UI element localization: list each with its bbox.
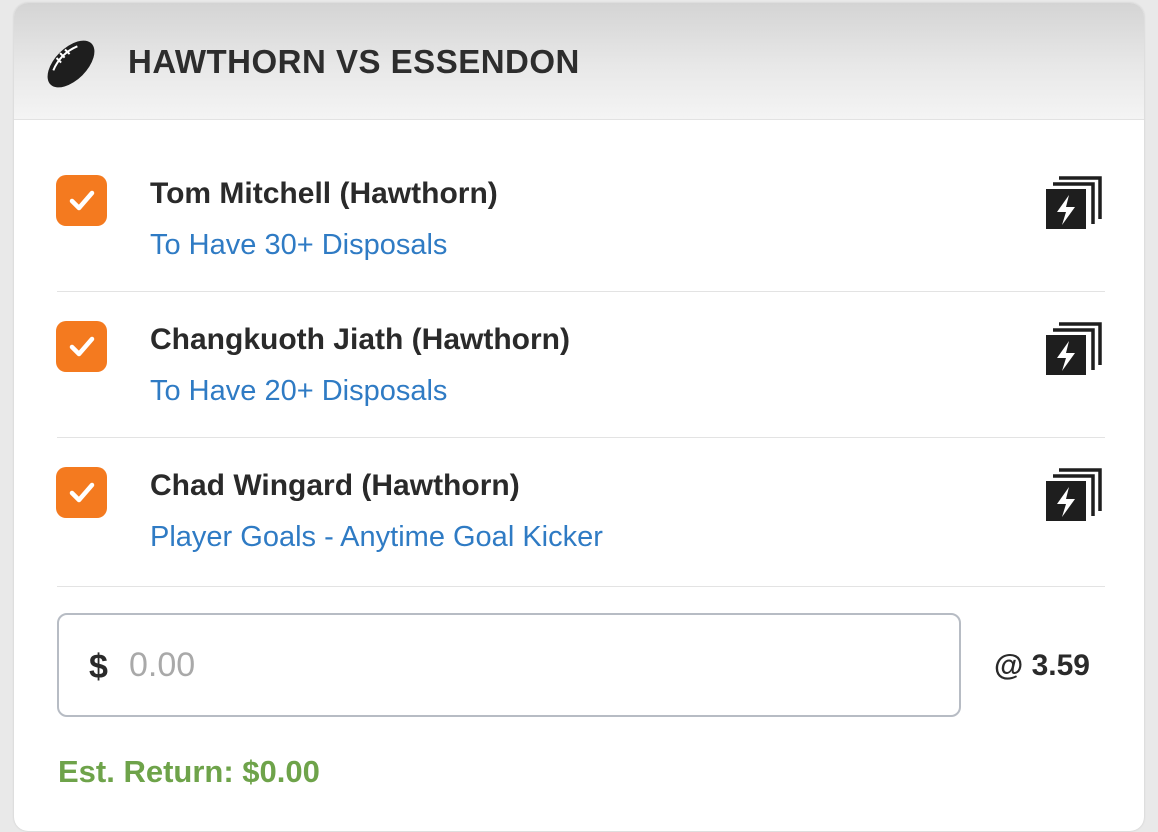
same-game-multi-icon[interactable] [1044,173,1104,233]
bet-slip-card: HAWTHORN VS ESSENDON Tom Mitchell (Hawth… [14,3,1144,831]
leg-player-name: Chad Wingard (Hawthorn) [150,469,520,502]
same-game-multi-icon[interactable] [1044,465,1104,525]
stake-input[interactable] [129,641,909,689]
football-icon [47,40,95,88]
estimated-return: Est. Return: $0.00 [58,754,320,789]
stake-field[interactable]: $ [57,613,961,717]
leg-checkbox[interactable] [56,175,107,226]
checkmark-icon [69,190,95,211]
same-game-multi-icon[interactable] [1044,319,1104,379]
event-header: HAWTHORN VS ESSENDON [14,3,1144,120]
leg-player-name: Tom Mitchell (Hawthorn) [150,177,498,210]
checkmark-icon [69,482,95,503]
leg-market-link[interactable]: Player Goals - Anytime Goal Kicker [150,521,603,554]
currency-symbol: $ [89,648,108,686]
leg-market-link[interactable]: To Have 30+ Disposals [150,229,447,262]
leg-player-name: Changkuoth Jiath (Hawthorn) [150,323,570,356]
divider [57,586,1105,587]
combined-odds: @ 3.59 [994,649,1090,682]
leg-market-link[interactable]: To Have 20+ Disposals [150,375,447,408]
divider [57,437,1105,438]
divider [57,291,1105,292]
checkmark-icon [69,336,95,357]
leg-checkbox[interactable] [56,467,107,518]
leg-checkbox[interactable] [56,321,107,372]
event-title: HAWTHORN VS ESSENDON [128,43,580,80]
